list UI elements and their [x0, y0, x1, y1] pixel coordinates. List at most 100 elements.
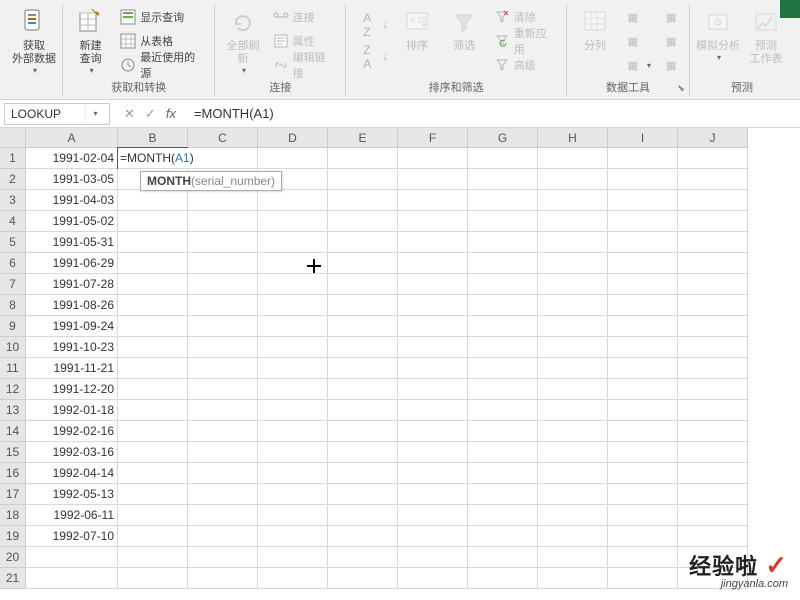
column-header[interactable]: J — [678, 128, 748, 148]
cell[interactable] — [118, 526, 188, 547]
column-header[interactable]: H — [538, 128, 608, 148]
cell[interactable] — [468, 316, 538, 337]
cell[interactable] — [608, 274, 678, 295]
cell[interactable] — [328, 547, 398, 568]
column-header[interactable]: F — [398, 128, 468, 148]
cell[interactable] — [258, 274, 328, 295]
cell[interactable] — [608, 442, 678, 463]
cell[interactable] — [118, 484, 188, 505]
cell[interactable] — [258, 211, 328, 232]
row-header[interactable]: 9 — [0, 316, 26, 337]
cell[interactable] — [258, 148, 328, 169]
cell[interactable] — [678, 526, 748, 547]
cell[interactable] — [258, 463, 328, 484]
cell[interactable] — [118, 274, 188, 295]
column-header[interactable]: E — [328, 128, 398, 148]
row-header[interactable]: 20 — [0, 547, 26, 568]
cell[interactable] — [328, 295, 398, 316]
cell[interactable] — [608, 148, 678, 169]
cell[interactable] — [468, 421, 538, 442]
cell[interactable] — [258, 442, 328, 463]
sort-button[interactable]: A Z 排序 — [396, 4, 439, 76]
cell[interactable] — [188, 400, 258, 421]
cell[interactable]: 1992-04-14 — [26, 463, 118, 484]
cell[interactable]: 1992-07-10 — [26, 526, 118, 547]
cell[interactable] — [608, 400, 678, 421]
cell[interactable] — [538, 148, 608, 169]
cell[interactable] — [678, 505, 748, 526]
cell[interactable] — [608, 316, 678, 337]
refresh-all-button[interactable]: 全部刷新 ▾ — [221, 4, 264, 76]
row-header[interactable]: 17 — [0, 484, 26, 505]
cell[interactable] — [538, 274, 608, 295]
row-header[interactable]: 12 — [0, 379, 26, 400]
cell[interactable] — [118, 568, 188, 589]
consolidate-button[interactable]: ▦ — [659, 6, 683, 28]
cell[interactable] — [538, 169, 608, 190]
row-header[interactable]: 6 — [0, 253, 26, 274]
cell[interactable] — [398, 400, 468, 421]
cell[interactable] — [258, 568, 328, 589]
cell[interactable]: 1991-06-29 — [26, 253, 118, 274]
cell[interactable] — [118, 253, 188, 274]
cell[interactable] — [538, 295, 608, 316]
cell[interactable] — [398, 232, 468, 253]
cell[interactable] — [468, 358, 538, 379]
cell[interactable] — [468, 379, 538, 400]
cell[interactable] — [678, 337, 748, 358]
edit-links-button[interactable]: 编辑链接 — [269, 54, 340, 76]
cell[interactable] — [328, 421, 398, 442]
cell[interactable] — [538, 337, 608, 358]
row-header[interactable]: 19 — [0, 526, 26, 547]
cell[interactable] — [678, 421, 748, 442]
cell[interactable] — [258, 547, 328, 568]
cell[interactable] — [398, 358, 468, 379]
cell[interactable] — [258, 253, 328, 274]
cell[interactable] — [538, 232, 608, 253]
cell[interactable] — [538, 358, 608, 379]
cell[interactable] — [328, 253, 398, 274]
formula-input[interactable] — [186, 106, 800, 121]
cell[interactable] — [188, 148, 258, 169]
cell[interactable]: 1991-09-24 — [26, 316, 118, 337]
text-to-columns-button[interactable]: 分列 — [573, 4, 617, 76]
cell[interactable] — [678, 148, 748, 169]
cell[interactable] — [538, 421, 608, 442]
cell[interactable] — [188, 505, 258, 526]
row-header[interactable]: 10 — [0, 337, 26, 358]
cell[interactable] — [468, 274, 538, 295]
cell[interactable] — [678, 274, 748, 295]
row-header[interactable]: 2 — [0, 169, 26, 190]
name-box[interactable]: ▾ — [4, 103, 110, 125]
cell[interactable]: 1991-04-03 — [26, 190, 118, 211]
cell[interactable] — [608, 337, 678, 358]
cell[interactable] — [258, 190, 328, 211]
cell[interactable] — [188, 253, 258, 274]
cell[interactable] — [538, 484, 608, 505]
cell[interactable] — [678, 400, 748, 421]
row-header[interactable]: 21 — [0, 568, 26, 589]
cell[interactable]: 1992-05-13 — [26, 484, 118, 505]
cell[interactable] — [118, 505, 188, 526]
cell[interactable] — [118, 358, 188, 379]
cell[interactable] — [678, 316, 748, 337]
cell[interactable]: 1991-08-26 — [26, 295, 118, 316]
cell[interactable] — [468, 442, 538, 463]
cell[interactable] — [678, 169, 748, 190]
cell[interactable] — [398, 379, 468, 400]
cell[interactable] — [118, 442, 188, 463]
sort-desc-button[interactable]: ZA ↓ — [352, 42, 392, 72]
cell[interactable] — [118, 337, 188, 358]
cell[interactable] — [538, 547, 608, 568]
cell[interactable] — [328, 169, 398, 190]
dialog-launcher[interactable]: ⬊ — [675, 82, 687, 94]
cell[interactable] — [118, 463, 188, 484]
cell[interactable]: 1991-07-28 — [26, 274, 118, 295]
cell[interactable] — [608, 568, 678, 589]
cell[interactable]: =MONTH(A1) — [118, 148, 188, 169]
cancel-edit-button[interactable]: ✕ — [124, 106, 135, 122]
cell[interactable] — [118, 190, 188, 211]
sort-asc-button[interactable]: AZ ↓ — [352, 10, 392, 40]
cell[interactable] — [468, 337, 538, 358]
cell[interactable] — [188, 190, 258, 211]
